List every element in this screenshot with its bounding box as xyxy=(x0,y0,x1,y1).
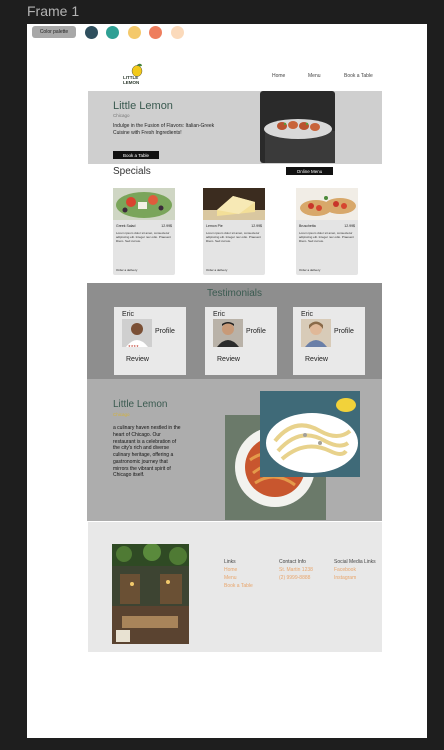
footer-link-facebook[interactable]: Facebook xyxy=(334,567,356,575)
footer-link-home[interactable]: Home xyxy=(224,567,237,575)
avatar xyxy=(122,319,152,347)
order-delivery-link[interactable]: Order a delivery xyxy=(206,268,227,272)
testimonial-review: Review xyxy=(217,356,240,363)
special-card[interactable]: Greek Salad 12.99$ Lorem ipsum dolor sit… xyxy=(113,188,175,275)
testimonial-profile: Profile xyxy=(246,328,266,335)
about-title: Little Lemon xyxy=(113,399,168,410)
color-swatch[interactable] xyxy=(85,26,98,39)
swatch-label: #FBDABB xyxy=(167,24,187,25)
footer-contact-phone: (2) 9999-8888 xyxy=(279,575,311,581)
bruschetta-image xyxy=(296,188,358,220)
frame-label: Frame 1 xyxy=(27,3,80,19)
footer-links-heading: Links xyxy=(224,559,236,565)
testimonial-card: Eric Profile Review xyxy=(205,307,277,375)
hero-section: Little Lemon Chicago Indulge in the Fusi… xyxy=(88,91,382,164)
color-palette-button[interactable]: Color palette xyxy=(32,26,76,38)
order-delivery-link[interactable]: Order a delivery xyxy=(116,268,137,272)
testimonial-profile: Profile xyxy=(334,328,354,335)
about-subtitle: Chicago xyxy=(113,412,130,417)
hero-subtitle: Chicago xyxy=(113,113,130,118)
testimonial-name: Eric xyxy=(213,311,226,318)
about-section: Little Lemon Chicago a culinary haven ne… xyxy=(87,379,382,521)
color-swatch[interactable] xyxy=(171,26,184,39)
special-card[interactable]: Bruschetta 12.99$ Lorem ipsum dolor sit … xyxy=(296,188,358,275)
testimonial-review: Review xyxy=(126,356,149,363)
testimonial-name: Eric xyxy=(301,311,314,318)
special-price: 12.99$ xyxy=(161,224,172,228)
special-description: Lorem ipsum dolor sit amet, consectetur … xyxy=(116,231,171,243)
color-swatch[interactable] xyxy=(106,26,119,39)
design-frame: Color palette #2F4F5E #2FA094 #F4C96B #E… xyxy=(27,24,427,738)
testimonial-card: Eric Profile Review xyxy=(293,307,365,375)
spaghetti-image-front xyxy=(260,391,360,477)
footer-contact-heading: Contact Info xyxy=(279,559,306,565)
swatch-label: #F4C96B xyxy=(124,24,144,25)
online-menu-button[interactable]: Online Menu xyxy=(286,167,333,175)
nav-menu[interactable]: Menu xyxy=(308,73,321,79)
lemon-pie-image xyxy=(203,188,265,220)
footer-link-menu[interactable]: Menu xyxy=(224,575,237,583)
testimonial-profile: Profile xyxy=(155,328,175,335)
logo[interactable]: LITTLE LEMON xyxy=(122,63,152,85)
footer-link-book-a-table[interactable]: Book a Table xyxy=(224,583,253,591)
book-table-button[interactable]: Book a Table xyxy=(113,151,159,159)
special-description: Lorem ipsum dolor sit amet, consectetur … xyxy=(299,231,354,243)
about-description: a culinary haven nestled in the heart of… xyxy=(113,425,181,479)
special-name: Greek Salad xyxy=(116,224,136,228)
color-swatch[interactable] xyxy=(149,26,162,39)
special-name: Lemon Pie xyxy=(206,224,223,228)
hero-title: Little Lemon xyxy=(113,100,173,112)
hero-image xyxy=(260,91,335,163)
footer-link-instagram[interactable]: Instagram xyxy=(334,575,356,583)
nav-home[interactable]: Home xyxy=(272,73,285,79)
footer-social-heading: Social Media Links xyxy=(334,559,376,565)
special-price: 12.99$ xyxy=(251,224,262,228)
special-price: 12.99$ xyxy=(344,224,355,228)
order-delivery-link[interactable]: Order a delivery xyxy=(299,268,320,272)
greek-salad-image xyxy=(113,188,175,220)
avatar xyxy=(213,319,243,347)
color-swatch[interactable] xyxy=(128,26,141,39)
footer-contact-address: St. Martin 1238 xyxy=(279,567,313,573)
testimonials-title: Testimonials xyxy=(206,288,263,299)
swatch-label: #2FA094 xyxy=(102,24,122,25)
restaurant-interior-image xyxy=(112,544,189,644)
special-card[interactable]: Lemon Pie 12.99$ Lorem ipsum dolor sit a… xyxy=(203,188,265,275)
testimonial-review: Review xyxy=(305,356,328,363)
swatch-label: #2F4F5E xyxy=(81,24,101,25)
hero-description: Indulge in the Fusion of Flavors: Italia… xyxy=(113,123,215,136)
footer: Links Home Menu Book a Table Contact Inf… xyxy=(88,522,382,652)
testimonials-section: Testimonials Eric Profile ★★★★ Review Er… xyxy=(87,283,382,379)
testimonial-name: Eric xyxy=(122,311,135,318)
testimonial-card: Eric Profile ★★★★ Review xyxy=(114,307,186,375)
specials-title: Specials xyxy=(113,166,151,177)
special-name: Bruschetta xyxy=(299,224,316,228)
swatch-label: #EE7E5E xyxy=(145,24,165,25)
nav-book-a-table[interactable]: Book a Table xyxy=(344,73,373,79)
special-description: Lorem ipsum dolor sit amet, consectetur … xyxy=(206,231,261,243)
testimonial-rating: ★★★★ xyxy=(128,344,139,348)
logo-text: LITTLE LEMON xyxy=(123,75,140,85)
avatar xyxy=(301,319,331,347)
